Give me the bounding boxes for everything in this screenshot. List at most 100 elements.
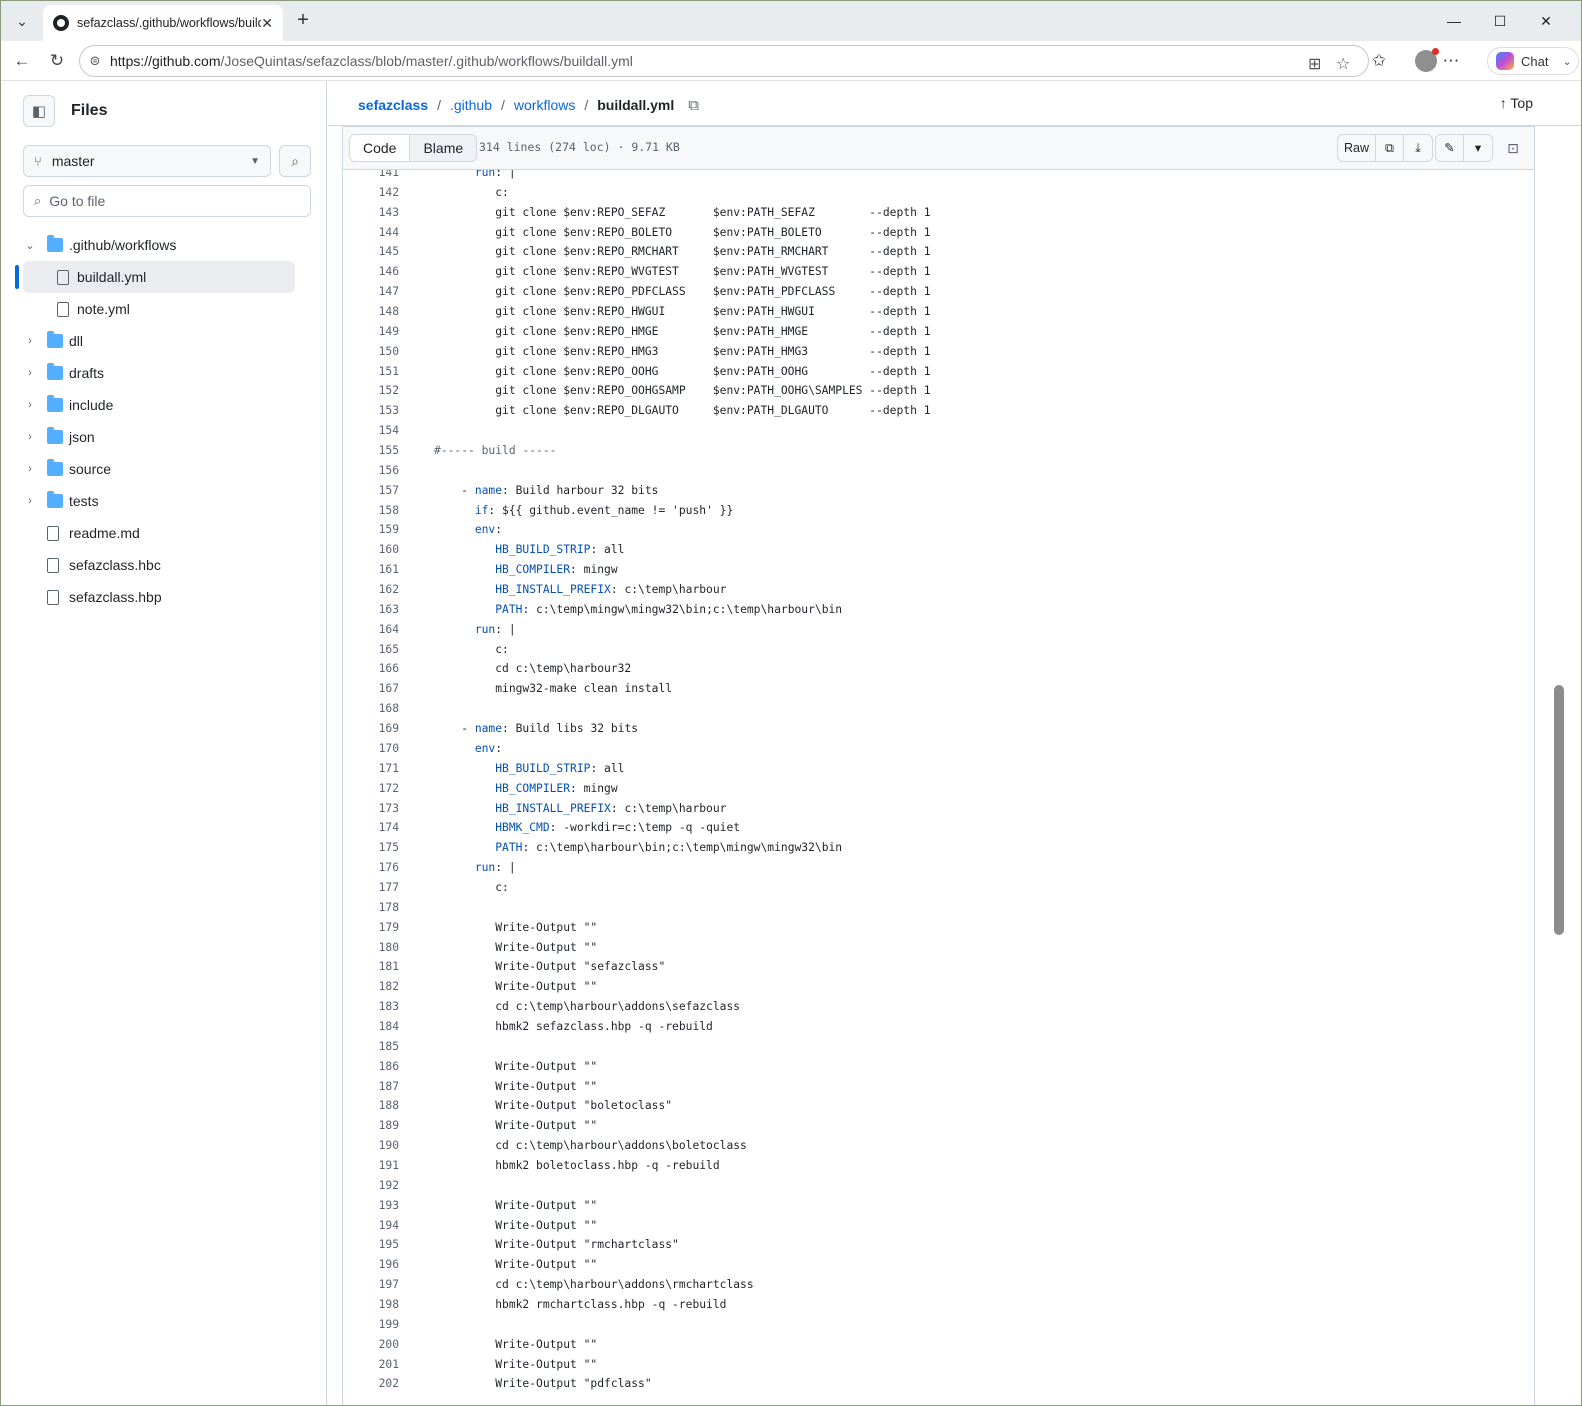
reload-icon[interactable]: ↻: [45, 49, 69, 73]
line-number[interactable]: 143: [343, 203, 399, 223]
edit-pencil-icon[interactable]: ✎: [1436, 135, 1464, 161]
search-files-button[interactable]: ⌕: [279, 145, 311, 177]
line-number[interactable]: 170: [343, 739, 399, 759]
chevron-right-icon[interactable]: ›: [23, 431, 37, 443]
copy-raw-icon[interactable]: ⧉: [1376, 135, 1405, 161]
chevron-right-icon[interactable]: ›: [23, 495, 37, 507]
line-number[interactable]: 196: [343, 1255, 399, 1275]
maximize-button[interactable]: ☐: [1477, 1, 1523, 41]
line-number[interactable]: 174: [343, 818, 399, 838]
favorite-star-icon[interactable]: ☆: [1336, 54, 1350, 74]
line-number[interactable]: 169: [343, 719, 399, 739]
line-number[interactable]: 156: [343, 461, 399, 481]
blame-tab[interactable]: Blame: [410, 135, 476, 161]
copilot-chat-button[interactable]: Chat ⌄: [1487, 47, 1579, 75]
tree-item[interactable]: › include: [1, 389, 327, 421]
branch-selector[interactable]: ⑂ master ▼: [23, 145, 271, 177]
line-number[interactable]: 152: [343, 381, 399, 401]
line-number[interactable]: 142: [343, 183, 399, 203]
line-number[interactable]: 186: [343, 1057, 399, 1077]
line-number[interactable]: 176: [343, 858, 399, 878]
symbols-panel-icon[interactable]: ⊡: [1498, 134, 1528, 162]
tab-list-button[interactable]: ⌄: [8, 7, 36, 35]
line-number[interactable]: 184: [343, 1017, 399, 1037]
browser-tab[interactable]: sefazclass/.github/workflows/build ✕: [43, 5, 283, 41]
copy-path-icon[interactable]: ⧉: [688, 97, 699, 114]
line-number[interactable]: 167: [343, 679, 399, 699]
line-number[interactable]: 190: [343, 1136, 399, 1156]
line-number[interactable]: 147: [343, 282, 399, 302]
tree-item[interactable]: › source: [1, 453, 327, 485]
page-scrollbar-thumb[interactable]: [1554, 685, 1564, 935]
tree-item[interactable]: sefazclass.hbc: [1, 549, 327, 581]
tree-item[interactable]: › json: [1, 421, 327, 453]
line-number[interactable]: 194: [343, 1216, 399, 1236]
line-number[interactable]: 197: [343, 1275, 399, 1295]
line-number[interactable]: 164: [343, 620, 399, 640]
line-number[interactable]: 146: [343, 262, 399, 282]
download-icon[interactable]: ⤓: [1404, 135, 1432, 161]
line-number[interactable]: 157: [343, 481, 399, 501]
tree-item[interactable]: sefazclass.hbp: [1, 581, 327, 613]
line-number[interactable]: 181: [343, 957, 399, 977]
close-tab-icon[interactable]: ✕: [261, 15, 273, 32]
line-number[interactable]: 154: [343, 421, 399, 441]
line-number[interactable]: 145: [343, 242, 399, 262]
line-number[interactable]: 177: [343, 878, 399, 898]
chevron-right-icon[interactable]: ›: [23, 399, 37, 411]
chevron-right-icon[interactable]: ›: [23, 367, 37, 379]
app-install-icon[interactable]: ⊞: [1308, 54, 1321, 74]
line-number[interactable]: 173: [343, 799, 399, 819]
line-number[interactable]: 199: [343, 1315, 399, 1335]
line-number[interactable]: 141: [343, 170, 399, 183]
line-number[interactable]: 192: [343, 1176, 399, 1196]
line-number[interactable]: 183: [343, 997, 399, 1017]
tree-item[interactable]: › dll: [1, 325, 327, 357]
line-number[interactable]: 188: [343, 1096, 399, 1116]
line-number[interactable]: 168: [343, 699, 399, 719]
line-number[interactable]: 158: [343, 501, 399, 521]
line-number[interactable]: 171: [343, 759, 399, 779]
line-number[interactable]: 149: [343, 322, 399, 342]
line-number[interactable]: 179: [343, 918, 399, 938]
top-button[interactable]: ↑ Top: [1500, 95, 1533, 111]
tree-item[interactable]: note.yml: [1, 293, 327, 325]
line-number[interactable]: 187: [343, 1077, 399, 1097]
breadcrumb-workflows-link[interactable]: workflows: [514, 97, 575, 113]
profile-avatar[interactable]: [1415, 48, 1439, 72]
raw-button[interactable]: Raw: [1338, 135, 1377, 161]
close-window-button[interactable]: ✕: [1523, 1, 1569, 41]
collapse-sidebar-button[interactable]: ◧: [23, 95, 55, 127]
line-number[interactable]: 163: [343, 600, 399, 620]
code-tab[interactable]: Code: [350, 135, 411, 161]
more-menu-icon[interactable]: ⋯: [1439, 49, 1463, 73]
line-number[interactable]: 175: [343, 838, 399, 858]
go-to-file-input[interactable]: ⌕ Go to file: [23, 185, 311, 217]
line-number[interactable]: 172: [343, 779, 399, 799]
line-number[interactable]: 155: [343, 441, 399, 461]
line-number[interactable]: 151: [343, 362, 399, 382]
line-number[interactable]: 178: [343, 898, 399, 918]
line-number[interactable]: 198: [343, 1295, 399, 1315]
line-number[interactable]: 180: [343, 938, 399, 958]
chevron-right-icon[interactable]: ›: [23, 463, 37, 475]
line-number[interactable]: 191: [343, 1156, 399, 1176]
line-number[interactable]: 195: [343, 1235, 399, 1255]
chevron-down-icon[interactable]: ⌄: [23, 239, 37, 252]
tree-item[interactable]: ⌄ .github/workflows: [1, 229, 327, 261]
line-number[interactable]: 201: [343, 1355, 399, 1375]
breadcrumb-repo-link[interactable]: sefazclass: [358, 97, 428, 113]
breadcrumb-github-link[interactable]: .github: [450, 97, 492, 113]
edit-dropdown-icon[interactable]: ▾: [1464, 135, 1492, 161]
site-info-icon[interactable]: ⊜: [80, 53, 110, 69]
line-number[interactable]: 166: [343, 659, 399, 679]
minimize-button[interactable]: —: [1431, 1, 1477, 41]
line-number[interactable]: 144: [343, 223, 399, 243]
line-number[interactable]: 162: [343, 580, 399, 600]
line-number[interactable]: 153: [343, 401, 399, 421]
line-number[interactable]: 200: [343, 1335, 399, 1355]
line-number[interactable]: 160: [343, 540, 399, 560]
favorites-icon[interactable]: ✩: [1367, 49, 1391, 73]
tree-item[interactable]: › tests: [1, 485, 327, 517]
address-bar[interactable]: ⊜ https://github.com/JoseQuintas/sefazcl…: [79, 45, 1369, 77]
